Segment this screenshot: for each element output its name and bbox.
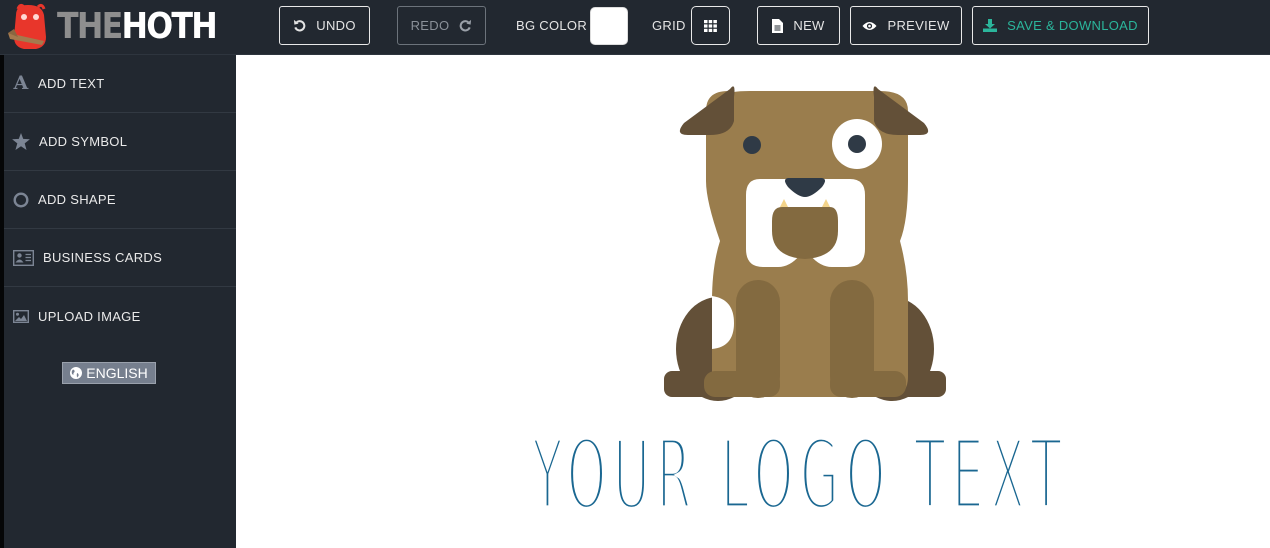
- bg-color-swatch[interactable]: [590, 7, 628, 45]
- bulldog-symbol[interactable]: [660, 81, 950, 401]
- brand-logo[interactable]: THEHOTH: [8, 3, 238, 51]
- dog-right-front-paw: [830, 371, 906, 397]
- star-icon: [11, 133, 31, 150]
- globe-icon: [70, 367, 83, 379]
- sidebar-item-label: ADD SYMBOL: [39, 134, 128, 149]
- top-toolbar: THEHOTH UNDO REDO BG COLOR GRID NEW PREV…: [0, 0, 1270, 55]
- image-icon: [11, 309, 31, 323]
- design-canvas[interactable]: YOUR LOGO TEXT: [236, 55, 1270, 548]
- preview-label: PREVIEW: [887, 18, 950, 33]
- text-icon: A: [13, 72, 29, 94]
- brand-wordmark: THEHOTH: [57, 6, 218, 47]
- undo-icon: [294, 19, 306, 32]
- grid-toggle-button[interactable]: [691, 6, 730, 45]
- file-icon: [772, 18, 784, 33]
- dog-right-eye: [848, 135, 866, 153]
- bg-color-label: BG COLOR: [516, 18, 588, 33]
- save-download-label: SAVE & DOWNLOAD: [1007, 18, 1138, 33]
- dog-left-eye: [743, 136, 761, 154]
- sidebar-item-add-symbol[interactable]: ADD SYMBOL: [4, 113, 236, 171]
- redo-icon: [460, 19, 472, 32]
- dog-jaw: [772, 207, 838, 259]
- sidebar-item-label: UPLOAD IMAGE: [38, 308, 141, 324]
- sidebar-item-add-shape[interactable]: ADD SHAPE: [4, 171, 236, 229]
- dog-left-front-paw: [704, 371, 780, 397]
- language-label: ENGLISH: [86, 365, 148, 381]
- new-button[interactable]: NEW: [757, 6, 840, 45]
- redo-button[interactable]: REDO: [397, 6, 486, 45]
- dog-right-ear: [873, 86, 929, 135]
- redo-label: REDO: [410, 18, 450, 33]
- download-icon: [983, 19, 998, 32]
- logo-text[interactable]: YOUR LOGO TEXT: [532, 410, 1072, 530]
- grid-icon: [704, 19, 717, 32]
- undo-label: UNDO: [316, 18, 356, 33]
- sidebar: A ADD TEXT ADD SYMBOL ADD SHAPE BUSINESS…: [4, 55, 236, 548]
- new-label: NEW: [793, 18, 825, 33]
- brand-hoth: HOTH: [121, 6, 217, 47]
- grid-label: GRID: [652, 18, 686, 33]
- sidebar-item-label: BUSINESS CARDS: [43, 250, 163, 265]
- sidebar-item-upload-image[interactable]: UPLOAD IMAGE: [4, 287, 236, 345]
- dog-left-ear: [679, 86, 735, 135]
- undo-button[interactable]: UNDO: [279, 6, 370, 45]
- sidebar-item-add-text[interactable]: A ADD TEXT: [4, 55, 236, 113]
- preview-button[interactable]: PREVIEW: [850, 6, 962, 45]
- brand-the: THE: [57, 6, 123, 47]
- save-download-button[interactable]: SAVE & DOWNLOAD: [972, 6, 1149, 45]
- sidebar-item-label: ADD SHAPE: [38, 192, 116, 207]
- hoth-mascot-icon: [8, 3, 46, 49]
- circle-icon: [11, 191, 31, 208]
- id-card-icon: [11, 249, 35, 266]
- sidebar-item-label: ADD TEXT: [38, 76, 105, 91]
- sidebar-item-business-cards[interactable]: BUSINESS CARDS: [4, 229, 236, 287]
- language-selector[interactable]: ENGLISH: [62, 362, 156, 384]
- logo-text-content: YOUR LOGO TEXT: [532, 418, 1068, 530]
- eye-icon: [862, 21, 877, 30]
